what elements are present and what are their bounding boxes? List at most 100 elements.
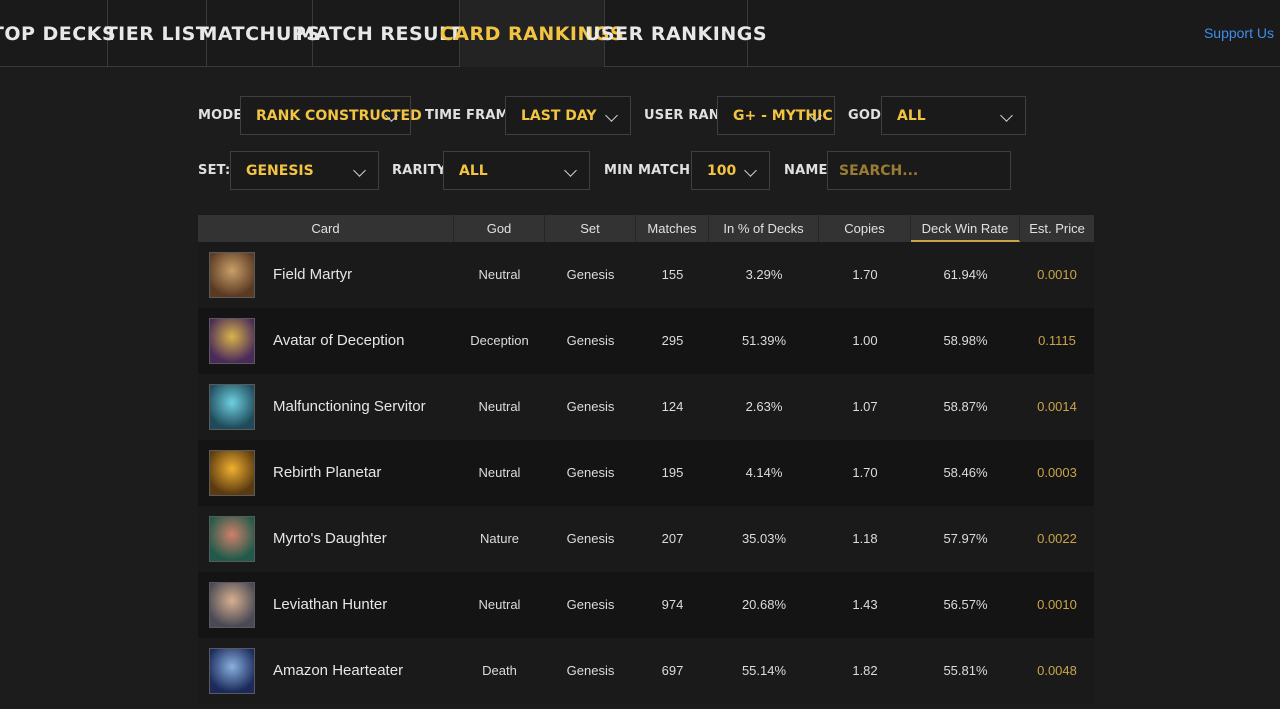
- column-header-set[interactable]: Set: [545, 215, 636, 242]
- god-cell: Nature: [479, 531, 520, 546]
- god-cell: Neutral: [478, 267, 521, 282]
- column-header-god[interactable]: God: [454, 215, 545, 242]
- tab-match-results[interactable]: MATCH RESULTS: [296, 0, 476, 67]
- set-cell: Genesis: [566, 333, 615, 348]
- min-matches-value: 100: [707, 162, 737, 179]
- card-art-thumbnail[interactable]: [209, 450, 255, 496]
- column-header-in-pct[interactable]: In % of Decks: [709, 215, 819, 242]
- copies-cell: 1.70: [852, 267, 878, 282]
- god-cell: Neutral: [478, 399, 521, 414]
- card-name[interactable]: Rebirth Planetar: [273, 440, 381, 506]
- chevron-down-icon: [744, 164, 757, 177]
- matches-cell: 195: [661, 465, 684, 480]
- table-row[interactable]: Leviathan Hunter Neutral Genesis 974 20.68% 1…: [198, 572, 1094, 638]
- table-header: Card God Set Matches In % of Decks Copie…: [198, 215, 1094, 242]
- table-row[interactable]: Avatar of Deception Deception Genesis 295 51…: [198, 308, 1094, 374]
- card-art-thumbnail[interactable]: [209, 648, 255, 694]
- table-row[interactable]: Myrto's Daughter Nature Genesis 207 35.03% 1.…: [198, 506, 1094, 572]
- win-rate-cell: 58.87%: [943, 399, 988, 414]
- win-rate-cell: 58.98%: [943, 333, 988, 348]
- set-cell: Genesis: [566, 597, 615, 612]
- table-row[interactable]: Rebirth Planetar Neutral Genesis 195 4.14% 1.…: [198, 440, 1094, 506]
- rarity-label: RARITY:: [392, 163, 451, 178]
- mode-select[interactable]: RANK CONSTRUCTED: [240, 96, 422, 135]
- user-rank-select[interactable]: G+ - MYTHIC: [717, 96, 835, 135]
- matches-cell: 207: [661, 531, 684, 546]
- card-art-thumbnail[interactable]: [209, 516, 255, 562]
- price-cell: 0.0003: [1037, 465, 1077, 480]
- set-cell: Genesis: [566, 663, 615, 678]
- card-name[interactable]: Field Martyr: [273, 242, 352, 308]
- matches-cell: 697: [661, 663, 684, 678]
- price-cell: 0.0010: [1037, 267, 1077, 282]
- chevron-down-icon: [353, 164, 366, 177]
- rarity-value: ALL: [459, 162, 488, 179]
- column-header-win-rate[interactable]: Deck Win Rate: [911, 215, 1020, 242]
- card-name[interactable]: Myrto's Daughter: [273, 506, 387, 572]
- card-art-thumbnail[interactable]: [209, 582, 255, 628]
- copies-cell: 1.07: [852, 399, 878, 414]
- in-pct-cell: 51.39%: [741, 333, 787, 348]
- matches-cell: 295: [661, 333, 684, 348]
- in-pct-cell: 55.14%: [741, 663, 787, 678]
- column-header-matches[interactable]: Matches: [636, 215, 709, 242]
- rarity-select[interactable]: ALL: [443, 151, 590, 190]
- name-label: NAME:: [784, 163, 833, 178]
- time-frame-select[interactable]: LAST DAY: [505, 96, 631, 135]
- god-value: ALL: [897, 107, 926, 124]
- tab-user-rankings[interactable]: USER RANKINGS: [585, 0, 767, 67]
- card-name[interactable]: Leviathan Hunter: [273, 572, 387, 638]
- table-row[interactable]: Field Martyr Neutral Genesis 155 3.29% 1.70 61…: [198, 242, 1094, 308]
- god-cell: Neutral: [478, 597, 521, 612]
- table-row[interactable]: Amazon Hearteater Death Genesis 697 55.14% 1.…: [198, 638, 1094, 704]
- column-header-card[interactable]: Card: [198, 215, 454, 242]
- price-cell: 0.0014: [1037, 399, 1077, 414]
- tab-tier-list[interactable]: TIER LIST: [105, 0, 209, 67]
- set-cell: Genesis: [566, 531, 615, 546]
- support-us-link[interactable]: Support Us: [1204, 25, 1274, 41]
- card-name[interactable]: Amazon Hearteater: [273, 638, 403, 704]
- copies-cell: 1.43: [852, 597, 878, 612]
- win-rate-cell: 57.97%: [943, 531, 988, 546]
- time-frame-value: LAST DAY: [521, 107, 597, 124]
- win-rate-cell: 55.81%: [943, 663, 988, 678]
- copies-cell: 1.82: [852, 663, 878, 678]
- price-cell: 0.1115: [1038, 333, 1076, 348]
- god-select[interactable]: ALL: [881, 96, 1026, 135]
- god-cell: Neutral: [478, 465, 521, 480]
- in-pct-cell: 2.63%: [745, 399, 783, 414]
- in-pct-cell: 20.68%: [741, 597, 787, 612]
- in-pct-cell: 3.29%: [745, 267, 783, 282]
- chevron-down-icon: [605, 109, 618, 122]
- card-art-thumbnail[interactable]: [209, 384, 255, 430]
- card-name[interactable]: Malfunctioning Servitor: [273, 374, 426, 440]
- column-header-copies[interactable]: Copies: [819, 215, 911, 242]
- column-header-price[interactable]: Est. Price: [1020, 215, 1094, 242]
- matches-cell: 155: [661, 267, 684, 282]
- set-select[interactable]: GENESIS: [230, 151, 379, 190]
- matches-cell: 974: [661, 597, 684, 612]
- card-name[interactable]: Avatar of Deception: [273, 308, 404, 374]
- tab-card-rankings[interactable]: CARD RANKINGS: [440, 0, 624, 67]
- card-art-thumbnail[interactable]: [209, 252, 255, 298]
- set-cell: Genesis: [566, 465, 615, 480]
- min-matches-select[interactable]: 100: [691, 151, 770, 190]
- price-cell: 0.0010: [1037, 597, 1077, 612]
- win-rate-cell: 61.94%: [943, 267, 988, 282]
- matches-cell: 124: [661, 399, 684, 414]
- top-navigation: TOP DECKS TIER LIST MATCHUPS MATCH RESUL…: [0, 0, 1280, 67]
- copies-cell: 1.00: [852, 333, 878, 348]
- chevron-down-icon: [564, 164, 577, 177]
- copies-cell: 1.70: [852, 465, 878, 480]
- name-search-input[interactable]: [827, 151, 1011, 190]
- win-rate-cell: 58.46%: [943, 465, 988, 480]
- set-cell: Genesis: [566, 267, 615, 282]
- table-row[interactable]: Malfunctioning Servitor Neutral Genesis 124…: [198, 374, 1094, 440]
- god-cell: Deception: [470, 333, 529, 348]
- price-cell: 0.0022: [1037, 531, 1077, 546]
- in-pct-cell: 35.03%: [741, 531, 787, 546]
- tab-top-decks[interactable]: TOP DECKS: [0, 0, 116, 67]
- card-art-thumbnail[interactable]: [209, 318, 255, 364]
- copies-cell: 1.18: [852, 531, 878, 546]
- price-cell: 0.0048: [1037, 663, 1077, 678]
